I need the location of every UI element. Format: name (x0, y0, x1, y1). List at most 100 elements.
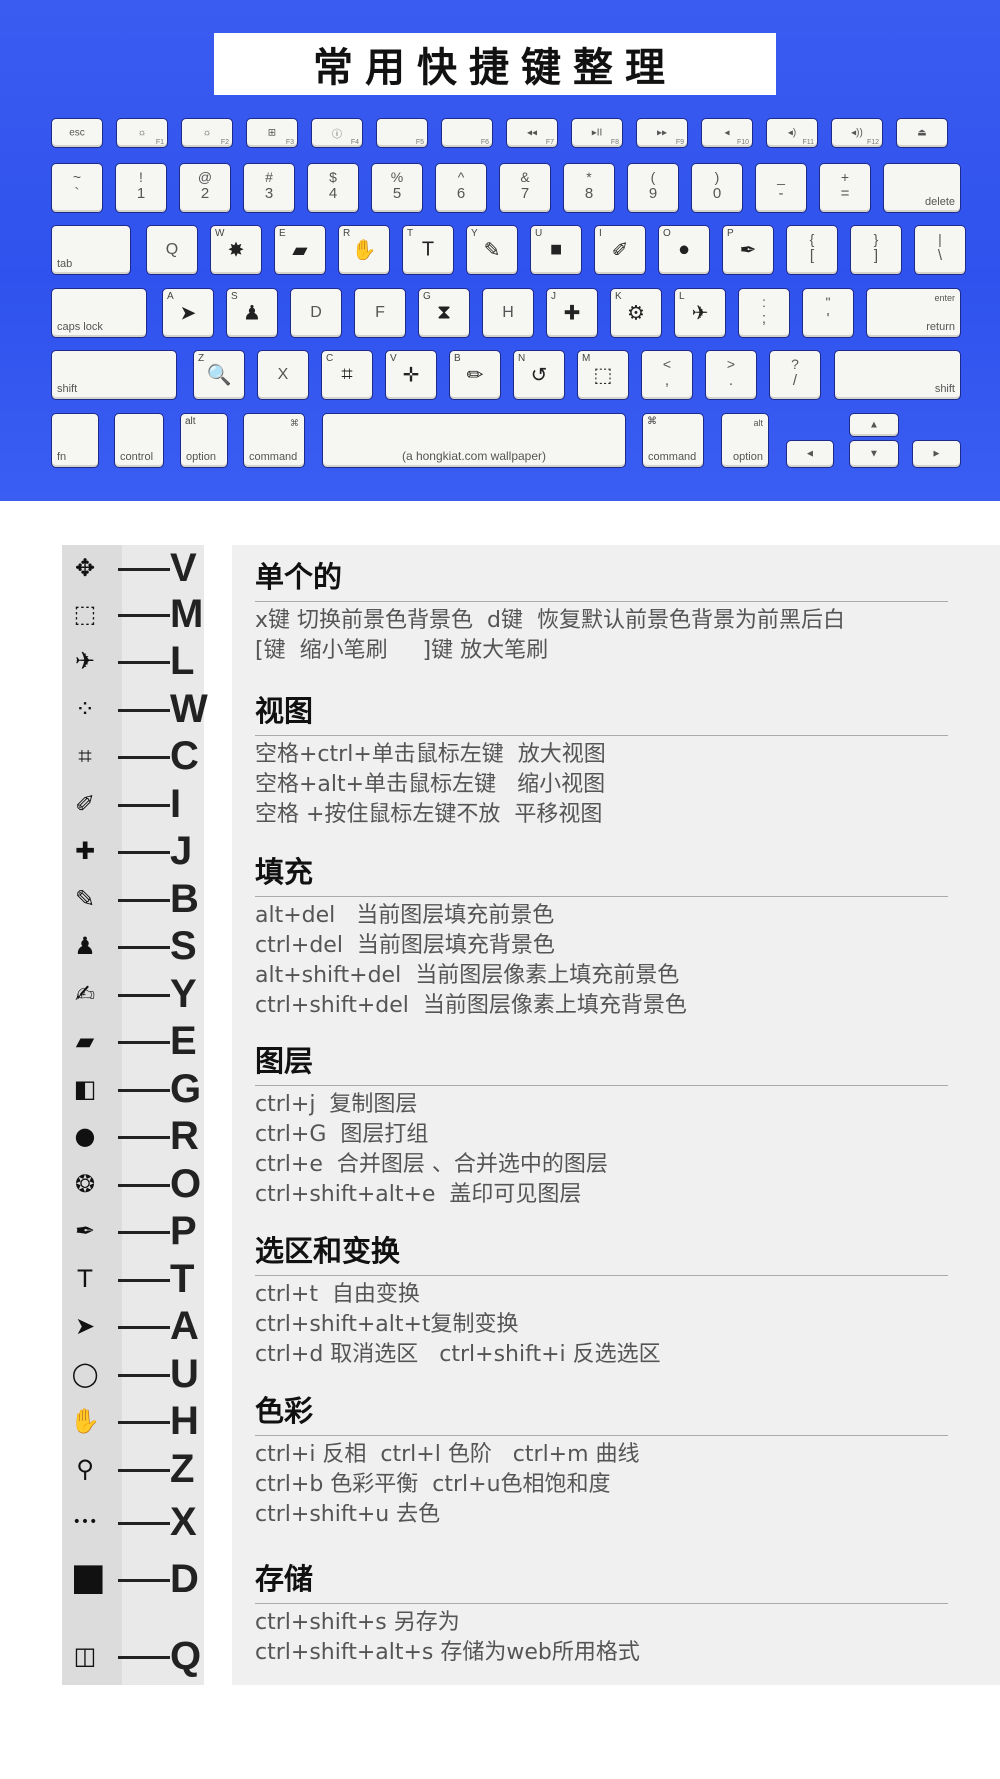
letter-key-g[interactable]: G ⧗ (418, 288, 470, 338)
function-key[interactable]: ⊞ F3 (246, 118, 298, 148)
number-key[interactable]: % 5 (371, 163, 423, 213)
ellipse-icon[interactable]: ◯ (70, 1359, 100, 1389)
function-key[interactable]: ⏏ (896, 118, 948, 148)
quick-mask-icon[interactable]: ◫ (70, 1641, 100, 1671)
tab-key[interactable]: tab (51, 225, 131, 275)
bracket-key[interactable]: }] (850, 225, 902, 275)
crop-icon[interactable]: ⌗ (70, 741, 100, 771)
function-key[interactable]: ▸II F8 (571, 118, 623, 148)
caps-lock-key[interactable]: caps lock (51, 288, 147, 338)
letter-key-d[interactable]: D (290, 288, 342, 338)
function-key[interactable]: ▸▸ F9 (636, 118, 688, 148)
letter-key-m[interactable]: M ⬚ (577, 350, 629, 400)
number-key[interactable]: ~ ` (51, 163, 103, 213)
letter-key-v[interactable]: V ✛ (385, 350, 437, 400)
pencil-icon[interactable]: ✎ (70, 884, 100, 914)
punct-key[interactable]: " ' (802, 288, 854, 338)
arrow-down-key[interactable]: ▼ (849, 440, 899, 468)
number-key[interactable]: $4 (307, 163, 359, 213)
punct-key[interactable]: <, (641, 350, 693, 400)
letter-key-s[interactable]: S ♟ (226, 288, 278, 338)
hand-icon[interactable]: ✋ (70, 1406, 100, 1436)
number-key[interactable]: ) 0 (691, 163, 743, 213)
function-key[interactable]: ◂ F10 (701, 118, 753, 148)
pen-icon[interactable]: ✒ (70, 1216, 100, 1246)
command-right-key[interactable]: ⌘ command (642, 413, 704, 468)
quick-select-icon[interactable]: ⁘ (70, 694, 100, 724)
letter-key-j[interactable]: J ✚ (546, 288, 598, 338)
healing-brush-icon[interactable]: ✚ (70, 836, 100, 866)
number-key[interactable]: ^ 6 (435, 163, 487, 213)
eraser-icon[interactable]: ▰ (70, 1026, 100, 1056)
function-key[interactable]: F5 (376, 118, 428, 148)
letter-key-p[interactable]: P ✒ (722, 225, 774, 275)
lasso-icon[interactable]: ✈ (70, 646, 100, 676)
stamp-icon[interactable]: ♟ (70, 931, 100, 961)
gradient-icon[interactable]: ◧ (70, 1074, 100, 1104)
letter-key-i[interactable]: I ✐ (594, 225, 646, 275)
letter-key-u[interactable]: U ■ (530, 225, 582, 275)
letter-key-k[interactable]: K ⚙ (610, 288, 662, 338)
function-key[interactable]: F6 (441, 118, 493, 148)
function-key[interactable]: esc (51, 118, 103, 148)
function-key[interactable]: ◂) F11 (766, 118, 818, 148)
bracket-key[interactable]: | \ (914, 225, 966, 275)
number-key[interactable]: #3 (243, 163, 295, 213)
punct-key[interactable]: >. (705, 350, 757, 400)
letter-key-l[interactable]: L ✈ (674, 288, 726, 338)
eyedropper-icon[interactable]: ✐ (70, 789, 100, 819)
option-right-key[interactable]: alt option (721, 413, 769, 468)
shift-right-key[interactable]: shift (834, 350, 961, 400)
move-icon[interactable]: ✥ (70, 553, 100, 583)
function-key[interactable]: ☼ F1 (116, 118, 168, 148)
letter-key-f[interactable]: F (354, 288, 406, 338)
letter-key-o[interactable]: O ● (658, 225, 710, 275)
letter-key-q[interactable]: Q (146, 225, 198, 275)
number-key[interactable]: & 7 (499, 163, 551, 213)
option-left-key[interactable]: alt option (180, 413, 228, 468)
more-icon[interactable]: ••• (70, 1507, 100, 1537)
marquee-icon[interactable]: ⬚ (70, 599, 100, 629)
space-bar[interactable]: (a hongkiat.com wallpaper) (322, 413, 626, 468)
function-key[interactable]: ⓘ F4 (311, 118, 363, 148)
arrow-up-key[interactable]: ▲ (849, 413, 899, 437)
command-left-key[interactable]: ⌘ command (243, 413, 305, 468)
number-key[interactable]: + = (819, 163, 871, 213)
punct-key[interactable]: ? / (769, 350, 821, 400)
function-key[interactable]: ◂◂ F7 (506, 118, 558, 148)
letter-key-c[interactable]: C ⌗ (321, 350, 373, 400)
letter-key-y[interactable]: Y ✎ (466, 225, 518, 275)
letter-key-z[interactable]: Z 🔍 (193, 350, 245, 400)
zoom-icon[interactable]: ⚲ (70, 1454, 100, 1484)
sponge-icon[interactable]: ❂ (70, 1169, 100, 1199)
type-icon[interactable]: T (70, 1264, 100, 1294)
punct-key[interactable]: :; (738, 288, 790, 338)
function-key[interactable]: ◂)) F12 (831, 118, 883, 148)
function-key[interactable]: ☼ F2 (181, 118, 233, 148)
control-key[interactable]: control (114, 413, 164, 468)
shift-left-key[interactable]: shift (51, 350, 177, 400)
letter-key-n[interactable]: N ↺ (513, 350, 565, 400)
return-key[interactable]: enter return (866, 288, 961, 338)
number-key[interactable]: (9 (627, 163, 679, 213)
letter-key-b[interactable]: B ✏ (449, 350, 501, 400)
letter-key-t[interactable]: TT (402, 225, 454, 275)
arrow-left-key[interactable]: ◄ (786, 440, 834, 468)
number-key[interactable]: @2 (179, 163, 231, 213)
letter-key-h[interactable]: H (482, 288, 534, 338)
number-key[interactable]: * 8 (563, 163, 615, 213)
default-colors-icon[interactable]: ◼ (70, 1555, 107, 1612)
delete-key[interactable]: delete (883, 163, 961, 213)
letter-key-e[interactable]: E ▰ (274, 225, 326, 275)
arrow-right-key[interactable]: ► (912, 440, 961, 468)
bracket-key[interactable]: {[ (786, 225, 838, 275)
number-key[interactable]: ! 1 (115, 163, 167, 213)
history-brush-icon[interactable]: ✍ (70, 979, 100, 1009)
letter-key-a[interactable]: A ➤ (162, 288, 214, 338)
letter-key-r[interactable]: R ✋ (338, 225, 390, 275)
fn-key[interactable]: fn (51, 413, 99, 468)
letter-key-w[interactable]: W ✸ (210, 225, 262, 275)
blur-drop-icon[interactable]: ● (70, 1121, 100, 1151)
path-select-icon[interactable]: ➤ (70, 1311, 100, 1341)
letter-key-x[interactable]: X (257, 350, 309, 400)
